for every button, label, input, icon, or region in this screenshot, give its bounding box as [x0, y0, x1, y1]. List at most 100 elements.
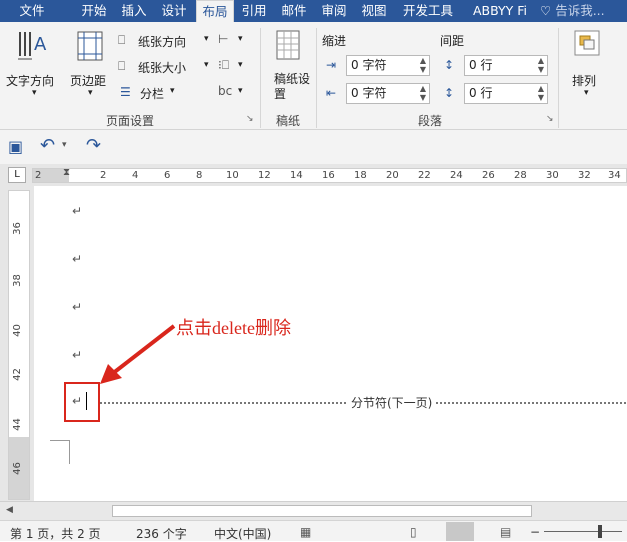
indent-left-field[interactable]: 0 字符 ▲ ▼ [346, 55, 430, 76]
line-numbers-button[interactable]: ⁝⎕ ▾ [218, 58, 252, 76]
spin-up-icon[interactable]: ▲ [420, 85, 426, 93]
zoom-slider-thumb[interactable] [598, 525, 602, 538]
page-count[interactable]: 第 1 页，共 2 页 [10, 525, 101, 542]
spacing-before-field[interactable]: 0 行 ▲ ▼ [464, 55, 548, 76]
size-button[interactable]: ⎕ 纸张大小 ▾ [118, 58, 216, 76]
indent-left-icon: ⇥ [326, 58, 337, 72]
chevron-down-icon: ▾ [32, 88, 37, 98]
spacing-after-icon: ↕ [444, 86, 455, 100]
chevron-down-icon[interactable]: ▾ [62, 140, 67, 150]
tab-layout[interactable]: 布局 [196, 0, 234, 22]
breaks-button[interactable]: ⊢ ▾ [218, 32, 252, 50]
manuscript-icon [276, 30, 300, 60]
spin-up-icon[interactable]: ▲ [538, 85, 544, 93]
manuscript-settings-button[interactable]: 稿纸设置 [266, 30, 310, 106]
tab-file[interactable]: 文件 [12, 0, 52, 22]
status-bar: 第 1 页，共 2 页 236 个字 中文(中国) ▦ ▯ ▤ − [0, 520, 627, 541]
dialog-launcher-icon[interactable]: ↘ [546, 114, 554, 124]
annotation-text: 点击delete删除 [176, 318, 291, 338]
vertical-ruler[interactable]: 36 38 40 42 44 46 [8, 190, 30, 500]
text-direction-button[interactable]: A 文字方向 ▾ [6, 30, 64, 106]
margins-icon [77, 31, 103, 61]
tab-home[interactable]: 开始 [76, 0, 112, 22]
chevron-down-icon: ▾ [204, 34, 209, 44]
spin-up-icon[interactable]: ▲ [538, 57, 544, 65]
spin-down-icon[interactable]: ▼ [420, 66, 426, 74]
chevron-down-icon: ▾ [238, 60, 243, 70]
paragraph-mark: ↵ [72, 204, 83, 218]
hyphenation-button[interactable]: bc ▾ [218, 84, 252, 102]
arrange-button[interactable]: 排列 ▾ [566, 30, 610, 106]
breaks-icon: ⊢ [218, 32, 229, 46]
spacing-label: 间距 [440, 34, 465, 48]
save-icon[interactable]: ▣ [8, 137, 23, 156]
indent-marker-icon[interactable]: ⧗ [63, 167, 70, 178]
word-count[interactable]: 236 个字 [136, 525, 187, 542]
tab-selector[interactable]: L [8, 167, 26, 183]
svg-text:A: A [34, 34, 47, 55]
text-direction-icon: A [18, 32, 47, 60]
chevron-down-icon: ▾ [584, 88, 589, 98]
paragraph-group-label: 段落 [417, 114, 442, 128]
ribbon-tab-bar: 文件 开始 插入 设计 布局 引用 邮件 审阅 视图 开发工具 ABBYY Fi… [0, 0, 627, 22]
dialog-launcher-icon[interactable]: ↘ [246, 114, 254, 124]
tab-review[interactable]: 审阅 [316, 0, 352, 22]
text-cursor [86, 392, 87, 410]
line-numbers-icon: ⁝⎕ [218, 58, 230, 72]
paragraph-mark: ↵ [72, 394, 83, 408]
annotation-arrow [100, 324, 176, 384]
spin-down-icon[interactable]: ▼ [538, 94, 544, 102]
group-divider [316, 28, 317, 128]
scroll-left-icon[interactable]: ◀ [6, 505, 13, 515]
columns-button[interactable]: ☰ 分栏 ▾ [118, 84, 198, 102]
paragraph-mark: ↵ [72, 300, 83, 314]
size-icon: ⎕ [118, 59, 126, 73]
indent-right-icon: ⇤ [326, 86, 337, 100]
zoom-slider[interactable] [544, 531, 622, 532]
indent-label: 缩进 [322, 34, 347, 48]
tell-me-box[interactable]: ♡ 告诉我... [540, 0, 624, 22]
language[interactable]: 中文(中国) [214, 525, 271, 542]
spin-down-icon[interactable]: ▼ [420, 94, 426, 102]
chevron-down-icon: ▾ [238, 34, 243, 44]
horizontal-ruler[interactable]: 2 ⧗ 2 4 6 8 10 12 14 16 18 20 22 24 26 2… [32, 167, 627, 183]
web-layout-icon[interactable]: ▤ [500, 525, 511, 539]
chevron-down-icon: ▾ [170, 86, 175, 96]
tab-mailings[interactable]: 邮件 [276, 0, 312, 22]
page-setup-group-label: 页面设置 [105, 114, 154, 128]
ribbon: A 文字方向 ▾ 页边距 ▾ ⎕ 纸张方向 ▾ ⎕ 纸张大小 ▾ ☰ 分栏 ▾ … [0, 22, 627, 130]
tab-design[interactable]: 设计 [156, 0, 192, 22]
redo-icon[interactable]: ↷ [86, 135, 101, 156]
spacing-before-icon: ↕ [444, 58, 455, 72]
indent-right-field[interactable]: 0 字符 ▲ ▼ [346, 83, 430, 104]
page-corner-mark [50, 440, 70, 464]
spin-down-icon[interactable]: ▼ [538, 66, 544, 74]
paragraph-mark: ↵ [72, 252, 83, 266]
margins-button[interactable]: 页边距 ▾ [70, 30, 114, 106]
tab-developer[interactable]: 开发工具 [396, 0, 460, 22]
paragraph-mark: ↵ [72, 348, 83, 362]
orientation-button[interactable]: ⎕ 纸张方向 ▾ [118, 32, 216, 50]
tab-insert[interactable]: 插入 [116, 0, 152, 22]
group-divider [558, 28, 559, 128]
spin-up-icon[interactable]: ▲ [420, 57, 426, 65]
macro-icon[interactable]: ▦ [300, 525, 311, 539]
print-layout-icon[interactable] [446, 522, 474, 541]
chevron-down-icon: ▾ [88, 88, 93, 98]
columns-icon: ☰ [120, 85, 131, 99]
group-divider [260, 28, 261, 128]
hyphenation-icon: bc [218, 84, 233, 98]
manuscript-group-label: 稿纸 [275, 114, 300, 128]
arrange-icon [574, 30, 600, 56]
tab-abbyy[interactable]: ABBYY Fi [464, 0, 536, 22]
scrollbar-thumb[interactable] [112, 505, 532, 517]
zoom-out-icon[interactable]: − [530, 525, 540, 539]
chevron-down-icon: ▾ [204, 60, 209, 70]
read-mode-icon[interactable]: ▯ [410, 525, 417, 539]
tab-view[interactable]: 视图 [356, 0, 392, 22]
spacing-after-field[interactable]: 0 行 ▲ ▼ [464, 83, 548, 104]
tab-references[interactable]: 引用 [236, 0, 272, 22]
section-break-label: 分节符(下一页) [348, 394, 436, 411]
undo-icon[interactable]: ↶ [40, 135, 55, 156]
horizontal-scrollbar[interactable]: ◀ [0, 501, 627, 520]
